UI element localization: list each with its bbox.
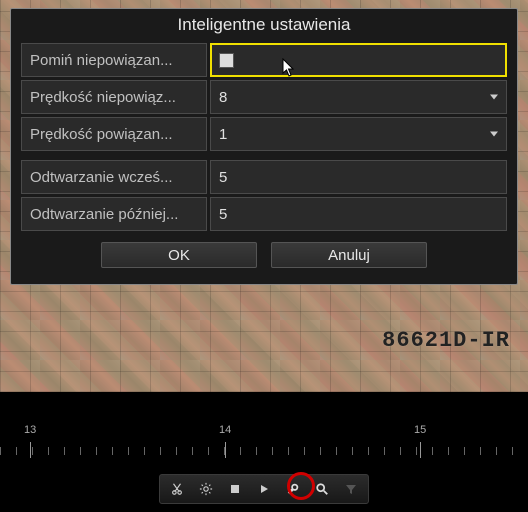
timeline-tick-minor [288, 447, 289, 455]
row-speed-unrelated: Prędkość niepowiąz... 8 [21, 80, 507, 114]
timeline-tick-minor [400, 447, 401, 455]
value-play-after: 5 [219, 206, 227, 223]
timeline-tick-minor [272, 447, 273, 455]
timeline-tick-minor [32, 447, 33, 455]
timeline-tick-minor [352, 447, 353, 455]
timeline-tick-minor [0, 447, 1, 455]
input-play-before[interactable]: 5 [210, 160, 507, 194]
timeline-hour-label: 14 [219, 424, 231, 436]
timeline-tick-minor [240, 447, 241, 455]
timeline-tick-minor [448, 447, 449, 455]
settings-button[interactable] [193, 477, 219, 501]
timeline-tick-minor [160, 447, 161, 455]
timeline-tick-minor [64, 447, 65, 455]
camera-overlay-label: 86621D-IR [382, 328, 510, 353]
timeline-tick-minor [16, 447, 17, 455]
cut-button[interactable] [164, 477, 190, 501]
filter-button[interactable] [338, 477, 364, 501]
playback-timeline-area: 13 14 15 [0, 392, 528, 512]
label-speed-unrelated: Prędkość niepowiąz... [21, 80, 207, 114]
timeline-tick-minor [192, 447, 193, 455]
timeline-tick-minor [336, 447, 337, 455]
timeline-tick-minor [496, 447, 497, 455]
cut-icon [170, 482, 184, 496]
play-icon [258, 483, 270, 495]
row-speed-related: Prędkość powiązan... 1 [21, 117, 507, 151]
field-skip-unrelated[interactable] [210, 43, 507, 77]
cancel-button[interactable]: Anuluj [271, 242, 427, 268]
select-speed-related[interactable]: 1 [210, 117, 507, 151]
timeline-tick-minor [416, 447, 417, 455]
chevron-down-icon [490, 95, 498, 100]
chevron-down-icon [490, 132, 498, 137]
checkbox-skip-unrelated[interactable] [219, 53, 234, 68]
value-speed-unrelated: 8 [219, 89, 227, 106]
search-button[interactable] [309, 477, 335, 501]
stop-icon [229, 483, 241, 495]
timeline-tick-major [420, 442, 421, 458]
timeline-tick-minor [320, 447, 321, 455]
timeline-tick-minor [128, 447, 129, 455]
timeline-tick-major [225, 442, 226, 458]
input-play-after[interactable]: 5 [210, 197, 507, 231]
smart-settings-button[interactable] [280, 477, 306, 501]
timeline-tick-minor [96, 447, 97, 455]
dialog-button-row: OK Anuluj [21, 234, 507, 278]
timeline-hour-label: 13 [24, 424, 36, 436]
play-button[interactable] [251, 477, 277, 501]
value-play-before: 5 [219, 169, 227, 186]
ok-button[interactable]: OK [101, 242, 257, 268]
timeline-tick-minor [176, 447, 177, 455]
timeline-tick-minor [368, 447, 369, 455]
gear-icon [199, 482, 213, 496]
dialog-title: Inteligentne ustawienia [11, 9, 517, 43]
value-speed-related: 1 [219, 126, 227, 143]
timeline-tick-minor [48, 447, 49, 455]
timeline-tick-minor [512, 447, 513, 455]
playback-toolbar [159, 474, 369, 504]
timeline-tick-minor [224, 447, 225, 455]
select-speed-unrelated[interactable]: 8 [210, 80, 507, 114]
stop-button[interactable] [222, 477, 248, 501]
wrench-icon [286, 482, 300, 496]
label-skip-unrelated: Pomiń niepowiązan... [21, 43, 207, 77]
timeline-tick-minor [256, 447, 257, 455]
timeline-tick-minor [208, 447, 209, 455]
smart-settings-dialog: Inteligentne ustawienia Pomiń niepowiąza… [10, 8, 518, 285]
timeline-tick-major [30, 442, 31, 458]
timeline-tick-minor [80, 447, 81, 455]
row-skip-unrelated: Pomiń niepowiązan... [21, 43, 507, 77]
timeline-tick-minor [432, 447, 433, 455]
label-speed-related: Prędkość powiązan... [21, 117, 207, 151]
label-play-before: Odtwarzanie wcześ... [21, 160, 207, 194]
filter-icon [345, 483, 357, 495]
timeline-tick-minor [464, 447, 465, 455]
label-play-after: Odtwarzanie później... [21, 197, 207, 231]
dialog-body: Pomiń niepowiązan... Prędkość niepowiąz.… [11, 43, 517, 284]
timeline-hour-label: 15 [414, 424, 426, 436]
timeline-tick-minor [480, 447, 481, 455]
timeline-ruler[interactable]: 131415 [0, 442, 528, 462]
search-icon [315, 482, 329, 496]
timeline-tick-minor [304, 447, 305, 455]
row-play-before: Odtwarzanie wcześ... 5 [21, 160, 507, 194]
timeline-tick-minor [384, 447, 385, 455]
timeline-tick-minor [112, 447, 113, 455]
row-play-after: Odtwarzanie później... 5 [21, 197, 507, 231]
timeline-tick-minor [144, 447, 145, 455]
